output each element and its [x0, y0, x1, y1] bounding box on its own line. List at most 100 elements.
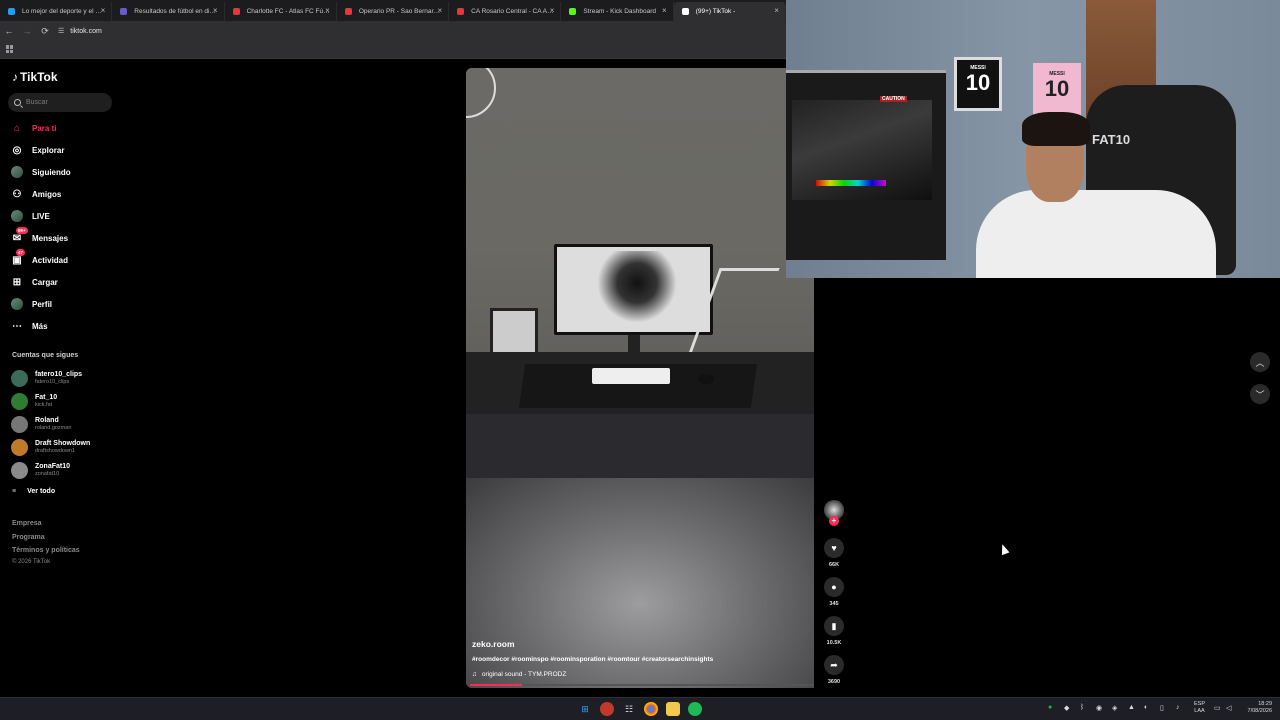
sidebar-item-cargar[interactable]: ⊞ Cargar	[10, 272, 110, 292]
search-icon	[14, 99, 21, 106]
video-author[interactable]: zeko.room	[472, 639, 515, 649]
followed-account[interactable]: fatero10_clips fatero10_clips	[11, 368, 121, 388]
sidebar-item-label: Actividad	[32, 255, 69, 265]
tray-clock[interactable]: 18:29 7/08/2026	[1240, 701, 1272, 715]
language-layout: LAA	[1194, 708, 1205, 714]
site-info-icon[interactable]: ☰	[58, 27, 64, 35]
tab-close-icon[interactable]: ×	[101, 6, 106, 15]
sidebar-item-amigos[interactable]: ⚇ Amigos	[10, 184, 110, 204]
windows-start-icon[interactable]: ⊞	[578, 702, 592, 716]
following-accounts-title: Cuentas que sigues	[12, 352, 79, 359]
sidebar-item-para-ti[interactable]: ⌂ Para ti	[10, 118, 110, 138]
tray-network-icon[interactable]: ▭	[1214, 704, 1221, 712]
search-input[interactable]	[26, 99, 106, 106]
share-icon[interactable]: ➦	[824, 655, 844, 675]
sidebar-item-explorar[interactable]: ◎ Explorar	[10, 140, 110, 160]
sidebar-item-label: Para ti	[32, 123, 57, 133]
tray-app3-icon[interactable]: ▲	[1128, 704, 1135, 711]
tray-bluetooth-icon[interactable]: ᛒ	[1080, 704, 1084, 711]
tiktok-logo[interactable]: ♪ TikTok	[12, 70, 58, 84]
video-sound[interactable]: ♫ original sound - TYM.PRODZ	[472, 671, 566, 678]
tab-favicon-icon	[344, 8, 352, 15]
file-explorer-icon[interactable]	[666, 702, 680, 716]
comment-icon[interactable]: ●	[824, 577, 844, 597]
clock-time: 18:29	[1258, 701, 1272, 707]
followed-account[interactable]: Fat_10 kick.fat	[11, 391, 121, 411]
account-name: Draft Showdown	[35, 440, 91, 447]
tray-steam-icon[interactable]: ◉	[1096, 704, 1102, 712]
share-count: 3690	[827, 679, 841, 685]
comment-action[interactable]: ● 345	[824, 577, 844, 607]
tray-mic-icon[interactable]: ♪	[1176, 704, 1180, 711]
next-video-button[interactable]: ﹀	[1250, 384, 1270, 404]
browser-tab[interactable]: Operario PR - Sao Bernardo SP ×	[337, 2, 450, 21]
save-action[interactable]: ▮ 10.5K	[824, 616, 844, 646]
browser-tab[interactable]: (99+) TikTok - ×	[673, 2, 786, 21]
tab-favicon-icon	[457, 8, 465, 15]
tab-label: Operario PR - Sao Bernardo SP	[358, 8, 443, 15]
video-progress-bar[interactable]	[470, 684, 814, 686]
tray-battery-icon[interactable]: ▯	[1160, 704, 1164, 712]
url-field[interactable]: tiktok.com	[70, 28, 102, 35]
tray-volume-icon[interactable]: ◁	[1226, 704, 1231, 712]
tray-app-icon[interactable]: ◆	[1064, 704, 1069, 712]
browser-tab[interactable]: Resultados de fútbol en directo ×	[112, 2, 225, 21]
browser-tab-bar: Lo mejor del deporte y el entre × Resultad…	[0, 0, 786, 21]
footer-link-terms[interactable]: Términos y políticas	[12, 547, 80, 554]
back-icon[interactable]: ←	[0, 26, 18, 36]
video-scene-keyboard	[592, 368, 670, 384]
reload-icon[interactable]: ⟳	[36, 26, 54, 37]
sidebar-item-más[interactable]: ⋯ Más	[10, 316, 110, 336]
tab-label: Lo mejor del deporte y el entre	[22, 8, 106, 15]
see-all-button[interactable]: ≡ Ver todo	[12, 488, 55, 495]
chrome-icon[interactable]	[644, 702, 658, 716]
followed-account[interactable]: Draft Showdown draftshowdown1	[11, 437, 121, 457]
account-handle: fatero10_clips	[35, 379, 70, 385]
video-player[interactable]	[466, 68, 814, 688]
tab-close-icon[interactable]: ×	[213, 6, 218, 15]
tray-spotify-icon[interactable]: ●	[1048, 704, 1052, 711]
footer-link-company[interactable]: Empresa	[12, 520, 42, 527]
apps-grid-icon[interactable]	[6, 45, 14, 53]
sidebar-item-siguiendo[interactable]: Siguiendo	[10, 162, 110, 182]
tab-close-icon[interactable]: ×	[437, 6, 442, 15]
forward-icon[interactable]: →	[18, 26, 36, 36]
video-caption[interactable]: #roomdecor #roominspo #roominsporation #…	[472, 656, 772, 663]
sidebar-item-actividad[interactable]: ▣ 47 Actividad	[10, 249, 110, 270]
tray-app4-icon[interactable]: ◐	[1144, 704, 1148, 711]
followed-account[interactable]: Roland roland.gozman	[11, 414, 121, 434]
footer-link-program[interactable]: Programa	[12, 534, 45, 541]
account-text: Roland roland.gozman	[35, 417, 71, 431]
sidebar-item-mensajes[interactable]: ✉ 99+ Mensajes	[10, 227, 110, 248]
task-view-icon[interactable]: ☷	[622, 702, 636, 716]
logo-text: TikTok	[20, 70, 58, 84]
tab-close-icon[interactable]: ×	[325, 6, 330, 15]
share-action[interactable]: ➦ 3690	[824, 655, 844, 685]
browser-tab[interactable]: Charlotte FC - Atlas FC Fútbol (×	[225, 2, 337, 21]
app-icon-1[interactable]	[600, 702, 614, 716]
tab-close-icon[interactable]: ×	[774, 6, 779, 15]
sidebar-item-label: Explorar	[32, 145, 65, 155]
tray-language[interactable]: ESP LAA	[1194, 701, 1205, 715]
profile-icon	[10, 297, 24, 311]
heart-icon[interactable]: ♥	[824, 538, 844, 558]
search-box[interactable]	[8, 93, 112, 112]
sidebar-item-label: Cargar	[32, 277, 58, 287]
sidebar-item-label: Perfil	[32, 299, 53, 309]
chevron-up-icon: ︿	[1255, 357, 1265, 368]
followed-account[interactable]: ZonaFat10 zonafat10	[11, 460, 121, 480]
sidebar-item-perfil[interactable]: Perfil	[10, 294, 110, 314]
like-count: 66K	[828, 562, 840, 568]
browser-tab[interactable]: Stream - Kick Dashboard ×	[561, 2, 674, 21]
previous-video-button[interactable]: ︿	[1250, 352, 1270, 372]
follow-plus-icon[interactable]: +	[829, 516, 839, 526]
sidebar-item-live[interactable]: LIVE	[10, 206, 110, 226]
tab-close-icon[interactable]: ×	[662, 6, 667, 15]
tab-close-icon[interactable]: ×	[550, 6, 555, 15]
spotify-icon[interactable]	[688, 702, 702, 716]
bookmark-icon[interactable]: ▮	[824, 616, 844, 636]
browser-tab[interactable]: Lo mejor del deporte y el entre ×	[0, 2, 113, 21]
browser-tab[interactable]: CA Rosario Central - CA Aldosi ×	[449, 2, 562, 21]
like-action[interactable]: ♥ 66K	[824, 538, 844, 568]
tray-app2-icon[interactable]: ◈	[1112, 704, 1117, 712]
